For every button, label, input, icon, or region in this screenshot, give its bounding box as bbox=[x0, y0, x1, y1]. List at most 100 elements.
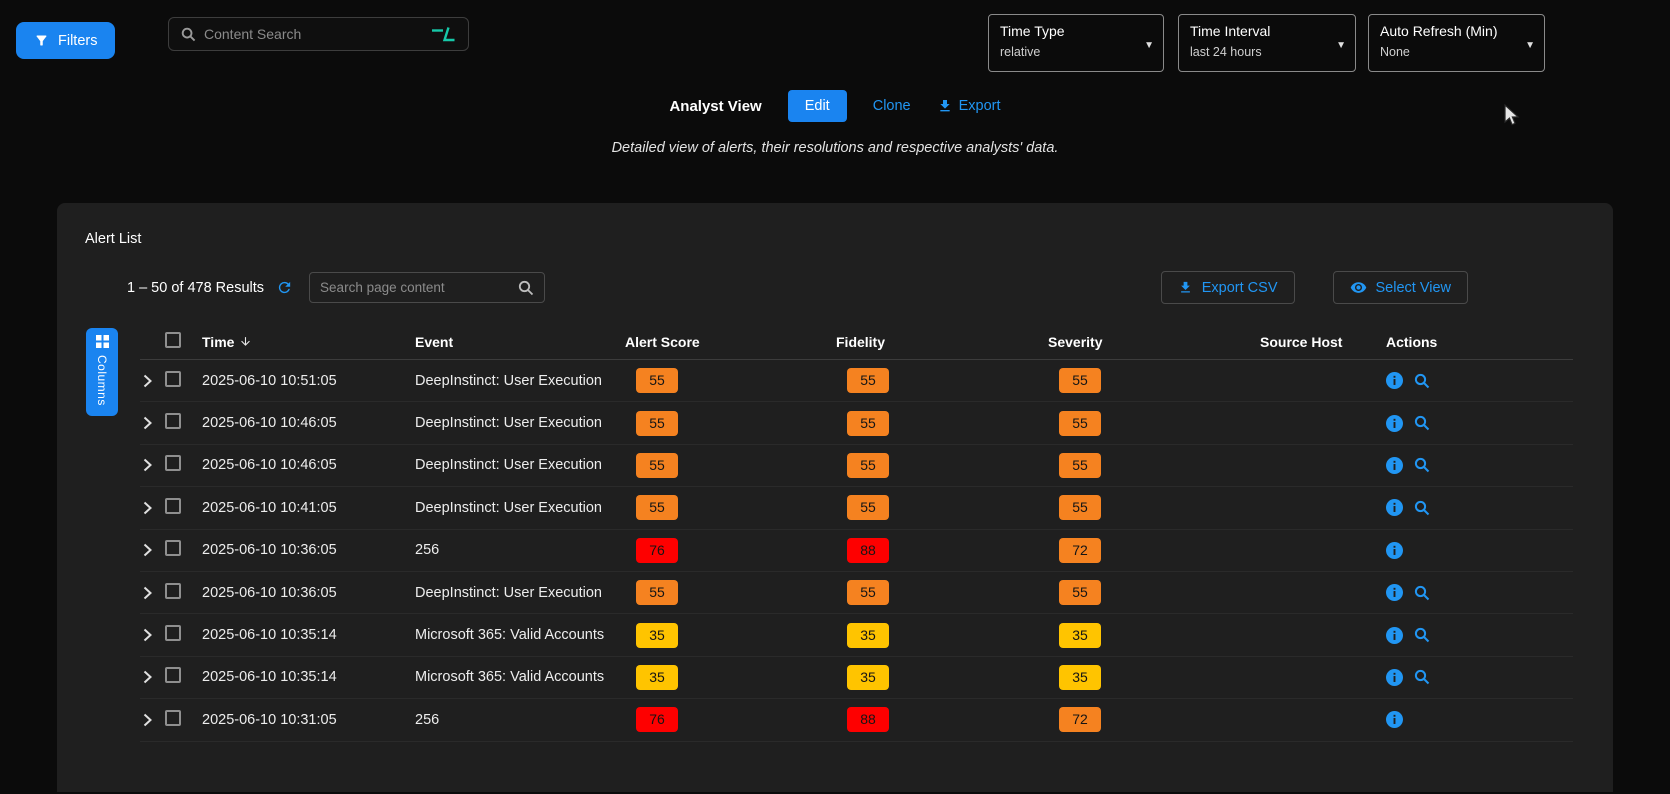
chevron-down-icon: ▼ bbox=[1144, 40, 1154, 51]
fidelity-badge: 88 bbox=[847, 707, 889, 732]
alert-table-body: 2025-06-10 10:51:05 DeepInstinct: User E… bbox=[140, 360, 1573, 742]
table-row: 2025-06-10 10:41:05 DeepInstinct: User E… bbox=[140, 487, 1573, 529]
fidelity-badge: 55 bbox=[847, 580, 889, 605]
row-alert-score: 55 bbox=[622, 453, 833, 478]
row-fidelity: 35 bbox=[833, 665, 1045, 690]
row-alert-score: 55 bbox=[622, 495, 833, 520]
expand-chevron[interactable] bbox=[140, 586, 162, 600]
search-action-icon[interactable] bbox=[1414, 669, 1430, 685]
row-severity: 55 bbox=[1045, 495, 1257, 520]
row-time: 2025-06-10 10:51:05 bbox=[199, 373, 412, 389]
row-alert-score: 76 bbox=[622, 707, 833, 732]
col-header-severity[interactable]: Severity bbox=[1045, 334, 1257, 350]
brand-logo-icon bbox=[430, 26, 456, 42]
time-type-dropdown[interactable]: Time Type relative ▼ bbox=[988, 14, 1164, 72]
row-checkbox[interactable] bbox=[165, 625, 181, 641]
row-actions bbox=[1376, 415, 1573, 432]
search-action-icon[interactable] bbox=[1414, 585, 1430, 601]
row-alert-score: 55 bbox=[622, 368, 833, 393]
row-event: DeepInstinct: User Execution bbox=[412, 500, 622, 516]
expand-chevron[interactable] bbox=[140, 670, 162, 684]
clone-button[interactable]: Clone bbox=[873, 98, 911, 114]
row-time: 2025-06-10 10:31:05 bbox=[199, 712, 412, 728]
filters-button[interactable]: Filters bbox=[16, 22, 115, 59]
search-action-icon[interactable] bbox=[1414, 415, 1430, 431]
expand-chevron[interactable] bbox=[140, 543, 162, 557]
table-toolbar: 1 – 50 of 478 Results Export CSV bbox=[57, 271, 1613, 304]
row-alert-score: 76 bbox=[622, 538, 833, 563]
row-time: 2025-06-10 10:46:05 bbox=[199, 415, 412, 431]
row-event: DeepInstinct: User Execution bbox=[412, 373, 622, 389]
row-event: DeepInstinct: User Execution bbox=[412, 457, 622, 473]
severity-badge: 72 bbox=[1059, 538, 1101, 563]
info-icon[interactable] bbox=[1386, 584, 1403, 601]
select-view-button[interactable]: Select View bbox=[1333, 271, 1469, 304]
time-interval-dropdown[interactable]: Time Interval last 24 hours ▼ bbox=[1178, 14, 1356, 72]
search-action-icon[interactable] bbox=[1414, 627, 1430, 643]
info-icon[interactable] bbox=[1386, 542, 1403, 559]
table-row: 2025-06-10 10:35:14 Microsoft 365: Valid… bbox=[140, 657, 1573, 699]
row-actions bbox=[1376, 669, 1573, 686]
export-csv-button[interactable]: Export CSV bbox=[1161, 271, 1295, 304]
search-action-icon[interactable] bbox=[1414, 373, 1430, 389]
fidelity-badge: 55 bbox=[847, 495, 889, 520]
alert-score-badge: 35 bbox=[636, 665, 678, 690]
col-header-alert-score[interactable]: Alert Score bbox=[622, 334, 833, 350]
search-action-icon[interactable] bbox=[1414, 500, 1430, 516]
alert-score-badge: 35 bbox=[636, 623, 678, 648]
filter-icon bbox=[34, 33, 49, 48]
row-checkbox[interactable] bbox=[165, 455, 181, 471]
row-checkbox[interactable] bbox=[165, 710, 181, 726]
row-fidelity: 55 bbox=[833, 368, 1045, 393]
refresh-button[interactable] bbox=[276, 279, 293, 296]
row-checkbox[interactable] bbox=[165, 540, 181, 556]
row-checkbox[interactable] bbox=[165, 583, 181, 599]
expand-chevron[interactable] bbox=[140, 416, 162, 430]
col-header-actions: Actions bbox=[1376, 334, 1573, 350]
table-row: 2025-06-10 10:36:05 DeepInstinct: User E… bbox=[140, 572, 1573, 614]
row-alert-score: 35 bbox=[622, 665, 833, 690]
col-header-time[interactable]: Time bbox=[199, 334, 412, 350]
info-icon[interactable] bbox=[1386, 627, 1403, 644]
fidelity-badge: 55 bbox=[847, 453, 889, 478]
row-checkbox[interactable] bbox=[165, 413, 181, 429]
page-search-input[interactable] bbox=[320, 280, 510, 295]
col-header-source-host[interactable]: Source Host bbox=[1257, 334, 1376, 350]
info-icon[interactable] bbox=[1386, 372, 1403, 389]
col-header-event[interactable]: Event bbox=[412, 334, 622, 350]
table-row: 2025-06-10 10:51:05 DeepInstinct: User E… bbox=[140, 360, 1573, 402]
time-interval-value: last 24 hours bbox=[1190, 45, 1331, 59]
row-checkbox[interactable] bbox=[165, 498, 181, 514]
info-icon[interactable] bbox=[1386, 669, 1403, 686]
info-icon[interactable] bbox=[1386, 415, 1403, 432]
row-checkbox[interactable] bbox=[165, 667, 181, 683]
page-search-box bbox=[309, 272, 545, 303]
severity-badge: 55 bbox=[1059, 495, 1101, 520]
export-button[interactable]: Export bbox=[937, 98, 1001, 114]
expand-chevron[interactable] bbox=[140, 628, 162, 642]
row-fidelity: 88 bbox=[833, 538, 1045, 563]
row-actions bbox=[1376, 627, 1573, 644]
expand-chevron[interactable] bbox=[140, 374, 162, 388]
expand-chevron[interactable] bbox=[140, 713, 162, 727]
search-action-icon[interactable] bbox=[1414, 457, 1430, 473]
row-alert-score: 35 bbox=[622, 623, 833, 648]
severity-badge: 55 bbox=[1059, 368, 1101, 393]
col-header-fidelity[interactable]: Fidelity bbox=[833, 334, 1045, 350]
severity-badge: 35 bbox=[1059, 665, 1101, 690]
info-icon[interactable] bbox=[1386, 711, 1403, 728]
expand-chevron[interactable] bbox=[140, 501, 162, 515]
results-count: 1 – 50 of 478 Results bbox=[127, 280, 264, 296]
info-icon[interactable] bbox=[1386, 457, 1403, 474]
edit-button[interactable]: Edit bbox=[788, 90, 847, 122]
content-search-input[interactable] bbox=[204, 26, 422, 42]
row-severity: 55 bbox=[1045, 411, 1257, 436]
alert-score-badge: 55 bbox=[636, 495, 678, 520]
columns-button[interactable]: Columns bbox=[86, 328, 118, 416]
select-all-checkbox[interactable] bbox=[165, 332, 181, 348]
auto-refresh-dropdown[interactable]: Auto Refresh (Min) None ▼ bbox=[1368, 14, 1545, 72]
expand-chevron[interactable] bbox=[140, 458, 162, 472]
row-alert-score: 55 bbox=[622, 411, 833, 436]
info-icon[interactable] bbox=[1386, 499, 1403, 516]
row-checkbox[interactable] bbox=[165, 371, 181, 387]
